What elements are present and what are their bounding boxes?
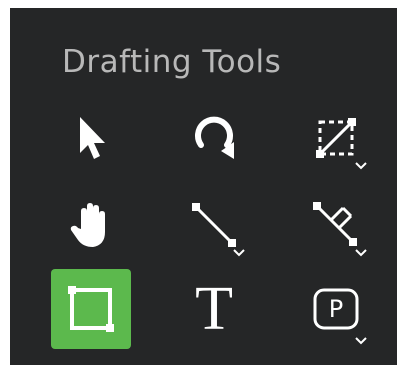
tool-resize[interactable]: [296, 98, 376, 178]
submenu-chevron-icon: [355, 337, 367, 345]
submenu-chevron-icon: [355, 162, 367, 170]
point-badge-icon: P: [311, 287, 361, 331]
line-icon: [188, 199, 240, 251]
tool-line[interactable]: [174, 185, 254, 265]
tool-rotate[interactable]: [174, 98, 254, 178]
drafting-tools-panel: Drafting Tools T P: [0, 0, 409, 369]
submenu-chevron-icon: [233, 249, 245, 257]
dimension-line-icon: [309, 198, 363, 252]
tool-select[interactable]: [52, 98, 132, 178]
tool-text[interactable]: T: [174, 269, 254, 349]
text-icon: T: [195, 275, 233, 343]
window-edge: [397, 0, 409, 369]
rectangle-icon: [64, 282, 118, 336]
submenu-chevron-icon: [355, 249, 367, 257]
resize-box-icon: [311, 113, 361, 163]
window-edge: [0, 0, 409, 8]
window-edge: [0, 365, 409, 369]
window-edge: [0, 0, 10, 369]
tool-dimension[interactable]: [296, 185, 376, 265]
tool-point[interactable]: P: [296, 269, 376, 349]
rotate-icon: [187, 111, 241, 165]
tool-pan[interactable]: [52, 185, 132, 265]
point-badge-label: P: [328, 295, 344, 323]
tool-rectangle[interactable]: [51, 269, 131, 349]
arrow-pointer-icon: [72, 113, 112, 163]
hand-icon: [67, 199, 117, 251]
panel-title: Drafting Tools: [62, 44, 282, 80]
